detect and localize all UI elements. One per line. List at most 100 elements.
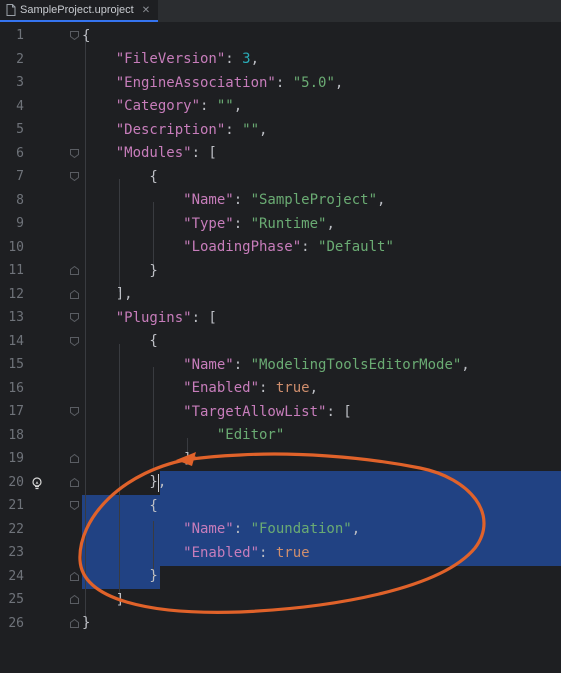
code-line[interactable]: 13 "Plugins": [ bbox=[0, 306, 561, 330]
code-editor[interactable]: 1{2 "FileVersion": 3, 3 "EngineAssociatio… bbox=[0, 24, 561, 673]
code-line[interactable]: 11 } bbox=[0, 259, 561, 283]
code-line[interactable]: 18 "Editor" bbox=[0, 424, 561, 448]
code-token: { bbox=[82, 497, 158, 514]
code-token: "Plugins" bbox=[82, 309, 192, 326]
line-number: 11 bbox=[8, 263, 24, 279]
line-number: 18 bbox=[8, 427, 24, 443]
code-line[interactable]: 21 { bbox=[0, 494, 561, 518]
lightbulb-icon[interactable] bbox=[31, 476, 43, 490]
code-token: ], bbox=[82, 286, 133, 303]
fold-marker-icon[interactable] bbox=[70, 571, 79, 581]
code-line[interactable]: 3 "EngineAssociation": "5.0", bbox=[0, 71, 561, 95]
code-text: ], bbox=[82, 286, 133, 302]
fold-marker-icon[interactable] bbox=[70, 31, 79, 40]
code-token: , bbox=[326, 215, 335, 232]
code-text: "Enabled": true bbox=[82, 545, 309, 561]
code-line[interactable]: 15 "Name": "ModelingToolsEditorMode", bbox=[0, 353, 561, 377]
line-number: 23 bbox=[8, 545, 24, 561]
code-token: : bbox=[233, 215, 251, 232]
line-number: 26 bbox=[8, 615, 24, 631]
fold-marker-icon[interactable] bbox=[70, 454, 79, 463]
line-number: 22 bbox=[8, 521, 24, 537]
fold-marker-icon[interactable] bbox=[70, 172, 79, 181]
code-text: "LoadingPhase": "Default" bbox=[82, 239, 394, 255]
code-token: true bbox=[275, 380, 310, 397]
code-token: "" bbox=[216, 98, 234, 115]
code-line[interactable]: 20 }, bbox=[0, 471, 561, 495]
fold-marker-icon[interactable] bbox=[70, 501, 79, 510]
code-text: ] bbox=[82, 592, 124, 608]
code-token: "Name" bbox=[82, 521, 234, 538]
code-token: { bbox=[82, 168, 158, 185]
code-token: "EngineAssociation" bbox=[82, 74, 276, 91]
code-line[interactable]: 12 ], bbox=[0, 283, 561, 307]
code-token: : bbox=[225, 51, 243, 68]
fold-marker-icon[interactable] bbox=[70, 618, 79, 628]
code-token: : bbox=[233, 356, 251, 373]
fold-marker-icon[interactable] bbox=[70, 477, 79, 487]
code-text: "Description": "", bbox=[82, 121, 268, 138]
code-token: , bbox=[309, 380, 319, 397]
fold-marker-icon[interactable] bbox=[70, 148, 79, 158]
close-icon[interactable]: ✕ bbox=[142, 5, 150, 16]
line-number: 4 bbox=[16, 98, 24, 114]
code-token: "Default" bbox=[318, 239, 394, 256]
code-line[interactable]: 24 } bbox=[0, 565, 561, 589]
code-token: } bbox=[82, 615, 91, 632]
editor-tab-bar: SampleProject.uproject ✕ bbox=[0, 0, 561, 23]
code-token: { bbox=[82, 333, 158, 350]
code-token: "Runtime" bbox=[250, 215, 327, 232]
code-token: , bbox=[233, 98, 243, 115]
line-number: 6 bbox=[16, 145, 24, 161]
code-line[interactable]: 14 { bbox=[0, 330, 561, 354]
code-line[interactable]: 9 "Type": "Runtime", bbox=[0, 212, 561, 236]
line-number: 1 bbox=[16, 28, 24, 44]
fold-marker-icon[interactable] bbox=[70, 266, 79, 275]
fold-marker-icon[interactable] bbox=[70, 289, 79, 299]
line-number: 7 bbox=[16, 169, 24, 185]
code-line[interactable]: 22 "Name": "Foundation", bbox=[0, 518, 561, 542]
code-line[interactable]: 23 "Enabled": true bbox=[0, 541, 561, 565]
tab-sampleproject-uproject[interactable]: SampleProject.uproject ✕ bbox=[0, 0, 159, 22]
code-line[interactable]: 7 { bbox=[0, 165, 561, 189]
code-text: "Name": "ModelingToolsEditorMode", bbox=[82, 357, 470, 373]
code-token: : bbox=[301, 239, 319, 256]
code-line[interactable]: 6 "Modules": [ bbox=[0, 142, 561, 166]
line-number: 3 bbox=[16, 75, 24, 91]
code-token: "Category" bbox=[82, 98, 201, 115]
code-line[interactable]: 16 "Enabled": true, bbox=[0, 377, 561, 401]
code-line[interactable]: 1{ bbox=[0, 24, 561, 48]
line-number: 13 bbox=[8, 310, 24, 326]
code-token: : bbox=[233, 192, 251, 209]
code-line[interactable]: 4 "Category": "", bbox=[0, 95, 561, 119]
fold-marker-icon[interactable] bbox=[70, 407, 79, 416]
code-text: } bbox=[82, 568, 157, 584]
code-token: ] bbox=[82, 450, 192, 467]
code-token: "Foundation" bbox=[250, 521, 352, 538]
code-line[interactable]: 25 ] bbox=[0, 588, 561, 612]
code-line[interactable]: 5 "Description": "", bbox=[0, 118, 561, 142]
code-token: : [ bbox=[191, 309, 217, 326]
code-line[interactable]: 19 ] bbox=[0, 447, 561, 471]
code-token: "Description" bbox=[82, 121, 226, 138]
code-text: ] bbox=[82, 450, 192, 467]
fold-marker-icon[interactable] bbox=[70, 336, 79, 346]
code-token: "" bbox=[242, 121, 260, 138]
code-token: "TargetAllowList" bbox=[82, 403, 327, 420]
fold-marker-icon[interactable] bbox=[70, 595, 79, 604]
code-text: { bbox=[82, 168, 158, 185]
code-line[interactable]: 8 "Name": "SampleProject", bbox=[0, 189, 561, 213]
code-text: "Name": "Foundation", bbox=[82, 521, 360, 537]
fold-marker-icon[interactable] bbox=[70, 313, 79, 322]
code-token: 3 bbox=[242, 51, 251, 68]
code-line[interactable]: 17 "TargetAllowList": [ bbox=[0, 400, 561, 424]
code-token: }, bbox=[82, 474, 167, 491]
code-line[interactable]: 26} bbox=[0, 612, 561, 636]
code-token: "Editor" bbox=[82, 427, 285, 444]
code-text: } bbox=[82, 615, 90, 631]
code-token: : bbox=[200, 98, 217, 115]
code-line[interactable]: 10 "LoadingPhase": "Default" bbox=[0, 236, 561, 260]
code-line[interactable]: 2 "FileVersion": 3, bbox=[0, 48, 561, 72]
code-token: "ModelingToolsEditorMode" bbox=[250, 356, 462, 373]
code-token: : bbox=[225, 121, 243, 138]
